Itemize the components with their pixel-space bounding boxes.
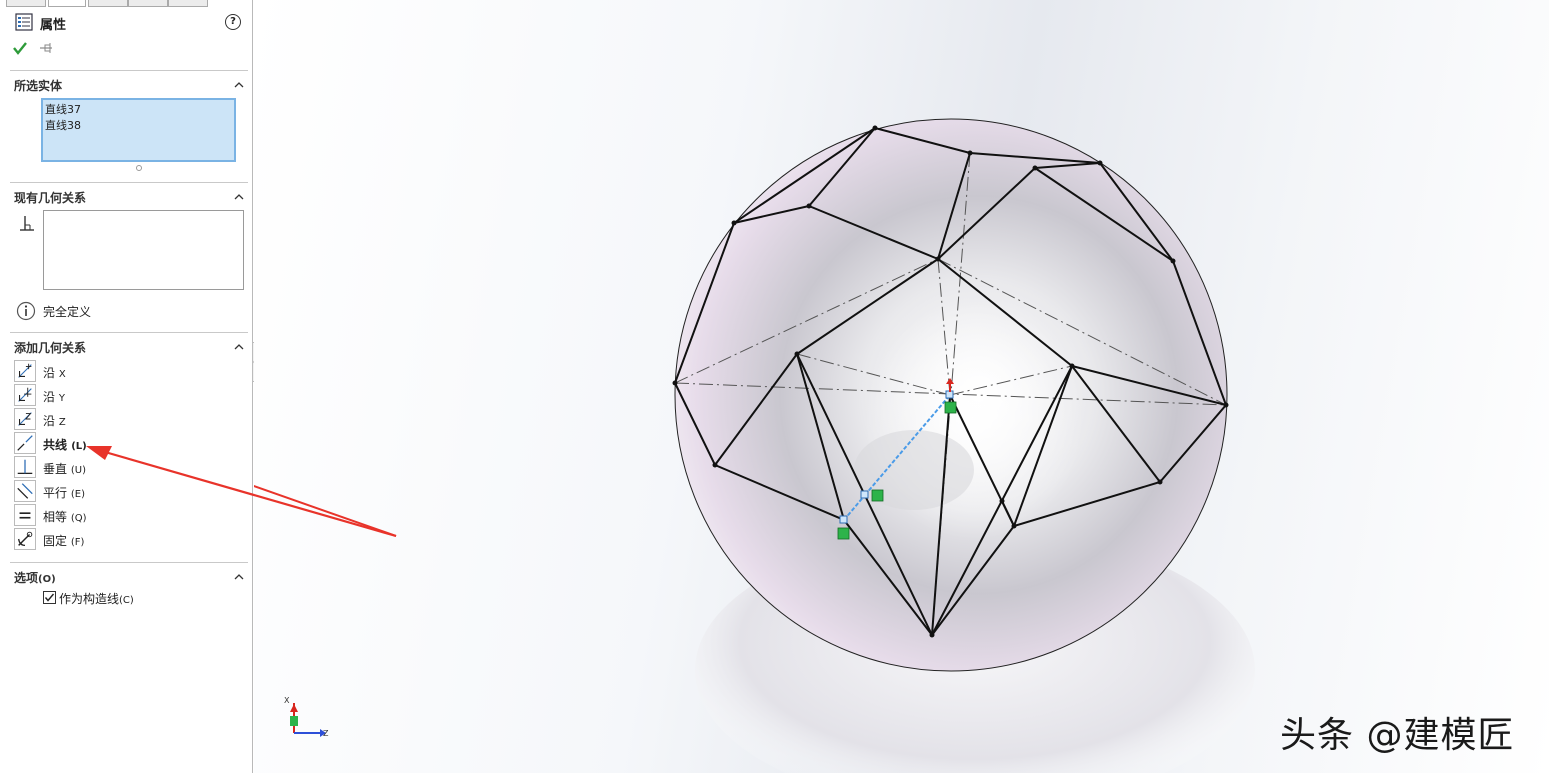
relation-collinear-button[interactable]: 共线 (L) — [14, 432, 214, 454]
separator — [10, 182, 248, 183]
relation-label: 共线 — [43, 438, 68, 452]
parallel-icon — [14, 480, 36, 502]
tab-configuration-manager[interactable] — [88, 0, 128, 7]
section-title-existing: 现有几何关系 — [14, 191, 87, 205]
properties-icon — [15, 13, 33, 31]
list-item[interactable]: 直线38 — [45, 118, 232, 134]
checkbox-checked-icon[interactable] — [43, 591, 56, 604]
relation-perpendicular-button[interactable]: 垂直 (U) — [14, 456, 214, 478]
tab-dimxpert[interactable] — [128, 0, 168, 7]
graphics-viewport[interactable]: X Z — [254, 0, 1549, 773]
relation-along-z-button[interactable]: 沿 Z — [14, 408, 214, 430]
relations-icon — [20, 216, 34, 231]
relation-suffix: (L) — [71, 441, 87, 452]
relation-label: 相等 — [43, 510, 68, 524]
view-triad-icon — [290, 703, 326, 737]
relation-label: 沿 — [43, 366, 56, 380]
tab-feature-manager[interactable] — [6, 0, 46, 7]
along-x-icon — [14, 360, 36, 382]
equal-icon — [14, 504, 36, 526]
list-item[interactable]: 直线37 — [45, 102, 232, 118]
selected-entities-list[interactable]: 直线37 直线38 — [41, 98, 236, 162]
panel-tabs — [0, 0, 253, 7]
info-icon — [16, 301, 36, 321]
options-title-suffix: (O) — [38, 574, 56, 585]
tab-property-manager[interactable] — [48, 0, 86, 7]
relation-equal-button[interactable]: 相等 (Q) — [14, 504, 214, 526]
relation-along-x-button[interactable]: 沿 X — [14, 360, 214, 382]
relation-suffix: (F) — [70, 537, 85, 548]
ok-check-icon[interactable] — [12, 40, 28, 56]
chevron-up-icon[interactable] — [233, 191, 245, 203]
along-z-icon — [14, 408, 36, 430]
panel-header: 属性 ? — [14, 12, 244, 33]
relation-suffix: X — [58, 369, 66, 380]
collinear-icon — [14, 432, 36, 454]
triad-z-label: Z — [323, 729, 329, 738]
section-title-add: 添加几何关系 — [14, 341, 87, 355]
relation-parallel-button[interactable]: 平行 (E) — [14, 480, 214, 502]
annotation-arrow — [254, 485, 397, 537]
relation-suffix: (U) — [70, 465, 86, 476]
separator — [10, 70, 248, 71]
along-y-icon — [14, 384, 36, 406]
anchor-icon — [14, 528, 36, 550]
relation-suffix: (Q) — [70, 513, 87, 524]
help-icon[interactable]: ? — [225, 14, 241, 30]
checkbox-suffix: (C) — [119, 595, 134, 606]
relation-suffix: Y — [58, 393, 65, 404]
separator — [10, 562, 248, 563]
existing-relations-list[interactable] — [43, 210, 244, 290]
triad-x-label: X — [284, 696, 290, 705]
pin-icon[interactable] — [38, 40, 54, 56]
relation-fix-button[interactable]: 固定 (F) — [14, 528, 214, 550]
relation-label: 沿 — [43, 390, 56, 404]
section-title-options: 选项(O) — [14, 569, 56, 586]
separator — [10, 332, 248, 333]
relation-label: 固定 — [43, 534, 68, 548]
checkbox-label: 作为构造线 — [59, 592, 120, 606]
property-manager-panel: 属性 ? 所选实体 直线37 直线38 现有几何关系 完全定义 添加几何关系 沿… — [0, 0, 258, 773]
section-title-selected: 所选实体 — [14, 79, 63, 93]
chevron-up-icon[interactable] — [233, 571, 245, 583]
panel-title: 属性 — [40, 18, 67, 33]
relation-label: 沿 — [43, 414, 56, 428]
relation-suffix: Z — [58, 417, 66, 428]
tab-display-manager[interactable] — [168, 0, 208, 7]
relation-label: 平行 — [43, 486, 68, 500]
watermark-text: 头条 @建模匠 — [1280, 715, 1515, 756]
resize-handle-icon[interactable] — [135, 164, 143, 172]
chevron-up-icon[interactable] — [233, 79, 245, 91]
relation-suffix: (E) — [70, 489, 85, 500]
model-sketch-view[interactable] — [254, 0, 1549, 773]
relation-label: 垂直 — [43, 462, 68, 476]
relation-along-y-button[interactable]: 沿 Y — [14, 384, 214, 406]
perpendicular-icon — [14, 456, 36, 478]
chevron-up-icon[interactable] — [233, 341, 245, 353]
status-text: 完全定义 — [43, 305, 92, 319]
options-title: 选项 — [14, 571, 39, 585]
